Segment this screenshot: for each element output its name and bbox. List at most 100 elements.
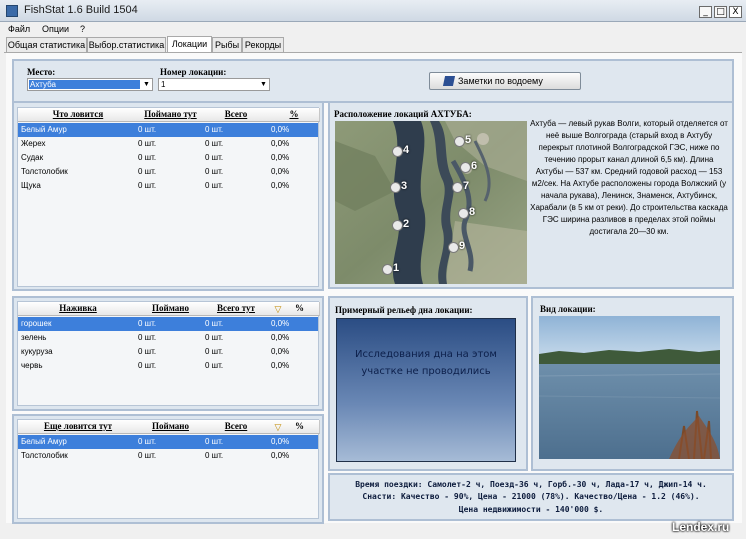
relief-image xyxy=(336,318,516,462)
chevron-down-icon: ▼ xyxy=(260,81,267,88)
bait-table-row-cell: 0,0% xyxy=(271,333,290,342)
bait-col-total-here[interactable]: Всего тут xyxy=(203,302,270,316)
catch-col-caught-here[interactable]: Поймано тут xyxy=(138,108,204,122)
catch-table-row[interactable]: Щука 0 шт. 0 шт. 0,0% xyxy=(18,179,318,193)
property-price-text: Цена недвижимости - 140'000 $. xyxy=(458,505,604,514)
watermark: Lendex.ru xyxy=(672,520,730,534)
tab-selected-stats[interactable]: Выбор.статистика xyxy=(87,37,166,52)
location-marker-icon[interactable] xyxy=(392,146,403,157)
location-marker-icon[interactable] xyxy=(460,162,471,173)
catch-table-row-cell: 0,0% xyxy=(271,167,290,176)
bait-col-percent[interactable]: ▽ % xyxy=(269,302,320,316)
catch-table-row-cell: 0,0% xyxy=(271,181,290,190)
catch-table-row-cell: Судак xyxy=(21,153,44,162)
catch-table-row-cell: 0 шт. xyxy=(138,125,157,134)
more-col-percent[interactable]: ▽ % xyxy=(269,420,320,434)
location-marker-icon[interactable] xyxy=(452,182,463,193)
catch-table-row-cell: 0 шт. xyxy=(138,139,157,148)
catch-col-fish[interactable]: Что ловится xyxy=(18,108,139,122)
menu-options[interactable]: Опции xyxy=(42,24,69,34)
catch-table-row-cell: 0,0% xyxy=(271,153,290,162)
place-select[interactable]: Ахтуба ▼ xyxy=(27,78,153,91)
location-marker-icon[interactable] xyxy=(448,242,459,253)
menu-help[interactable]: ? xyxy=(80,24,85,34)
more-table-row-cell: Белый Амур xyxy=(21,437,67,446)
map-title: Расположение локаций АХТУБА: xyxy=(334,109,472,119)
bait-table-row-cell: 0,0% xyxy=(271,361,290,370)
catch-table-row[interactable]: Жерех 0 шт. 0 шт. 0,0% xyxy=(18,137,318,151)
bait-table-row-cell: 0 шт. xyxy=(205,319,224,328)
location-marker-icon[interactable] xyxy=(382,264,393,275)
catch-table-row-cell: Толстолобик xyxy=(21,167,68,176)
more-col-total[interactable]: Всего xyxy=(203,420,270,434)
bait-table-row-cell: 0 шт. xyxy=(138,347,157,356)
bait-table-row[interactable]: червь 0 шт. 0 шт. 0,0% xyxy=(18,359,318,373)
close-button[interactable]: X xyxy=(729,6,742,18)
tackle-info-text: Снасти: Качество - 90%, Цена - 21000 (78… xyxy=(362,492,700,501)
catch-col-total[interactable]: Всего xyxy=(203,108,270,122)
menu-bar xyxy=(0,22,746,36)
tab-locations[interactable]: Локации xyxy=(167,36,212,53)
catch-col-percent[interactable]: % xyxy=(269,108,320,122)
catch-table-row-cell: 0 шт. xyxy=(205,181,224,190)
bait-table-row-cell: зелень xyxy=(21,333,47,342)
more-table-row-cell: 0 шт. xyxy=(205,451,224,460)
location-marker-label: 6 xyxy=(471,160,478,172)
location-marker-label: 9 xyxy=(459,240,466,252)
bait-table-row[interactable]: зелень 0 шт. 0 шт. 0,0% xyxy=(18,331,318,345)
location-number-value: 1 xyxy=(161,80,166,89)
travel-time-text: Время поездки: Самолет-2 ч, Поезд-36 ч, … xyxy=(355,480,707,489)
more-table-row[interactable]: Толстолобик 0 шт. 0 шт. 0,0% xyxy=(18,449,318,463)
catch-table-row-cell: 0,0% xyxy=(271,139,290,148)
tab-records[interactable]: Рекорды xyxy=(242,37,284,52)
location-marker-icon[interactable] xyxy=(458,208,469,219)
bait-table-row-cell: 0 шт. xyxy=(205,347,224,356)
bait-col-bait[interactable]: Наживка xyxy=(18,302,139,316)
bait-table-row-cell: кукуруза xyxy=(21,347,53,356)
more-col-caught[interactable]: Поймано xyxy=(138,420,204,434)
notebook-icon xyxy=(442,76,456,86)
relief-title: Примерный рельеф дна локации: xyxy=(335,305,473,315)
catch-table-row[interactable]: Толстолобик 0 шт. 0 шт. 0,0% xyxy=(18,165,318,179)
more-col-percent-label: % xyxy=(295,421,304,431)
location-marker-label: 4 xyxy=(403,144,410,156)
catch-table-row-cell: 0 шт. xyxy=(205,125,224,134)
more-table-row-cell: 0 шт. xyxy=(138,451,157,460)
more-table-row-cell: Толстолобик xyxy=(21,451,68,460)
more-table-row-cell: 0 шт. xyxy=(205,437,224,446)
minimize-button[interactable]: _ xyxy=(699,6,712,18)
bait-table-row-cell: 0 шт. xyxy=(205,361,224,370)
bait-table-row-cell: 0 шт. xyxy=(205,333,224,342)
location-marker-label: 3 xyxy=(401,180,408,192)
bait-table-row-cell: 0 шт. xyxy=(138,319,157,328)
bait-table-row[interactable]: кукуруза 0 шт. 0 шт. 0,0% xyxy=(18,345,318,359)
bait-col-percent-label: % xyxy=(295,303,304,313)
location-description: Ахтуба — левый рукав Волги, который отде… xyxy=(530,119,728,236)
tab-fish[interactable]: Рыбы xyxy=(212,37,242,52)
catch-table-row-cell: Жерех xyxy=(21,139,46,148)
more-table-row-cell: 0 шт. xyxy=(138,437,157,446)
window-title: FishStat 1.6 Build 1504 xyxy=(24,4,138,16)
catch-table-row-cell: 0 шт. xyxy=(138,181,157,190)
bait-table-row[interactable]: горошек 0 шт. 0 шт. 0,0% xyxy=(18,317,318,331)
maximize-button[interactable]: □ xyxy=(714,6,727,18)
more-table-row[interactable]: Белый Амур 0 шт. 0 шт. 0,0% xyxy=(18,435,318,449)
more-col-fish[interactable]: Еще ловится тут xyxy=(18,420,139,434)
menu-file[interactable]: Файл xyxy=(8,24,30,34)
catch-table-row[interactable]: Судак 0 шт. 0 шт. 0,0% xyxy=(18,151,318,165)
location-marker-icon[interactable] xyxy=(454,136,465,147)
water-notes-button[interactable]: Заметки по водоему xyxy=(429,72,581,90)
more-table-row-cell: 0,0% xyxy=(271,437,290,446)
location-marker-label: 5 xyxy=(465,134,472,146)
location-marker-icon[interactable] xyxy=(390,182,401,193)
location-marker-icon[interactable] xyxy=(392,220,403,231)
tab-general-stats[interactable]: Общая статистика xyxy=(6,37,87,52)
catch-table-row-cell: 0 шт. xyxy=(138,167,157,176)
bait-col-caught[interactable]: Поймано xyxy=(138,302,204,316)
catch-table-row-cell: 0 шт. xyxy=(205,153,224,162)
catch-table-row-cell: 0,0% xyxy=(271,125,290,134)
location-number-select[interactable]: 1 ▼ xyxy=(158,78,270,91)
sort-desc-icon: ▽ xyxy=(274,422,282,432)
relief-placeholder-text: Исследования дна на этом участке не пров… xyxy=(355,349,497,377)
catch-table-row[interactable]: Белый Амур 0 шт. 0 шт. 0,0% xyxy=(18,123,318,137)
